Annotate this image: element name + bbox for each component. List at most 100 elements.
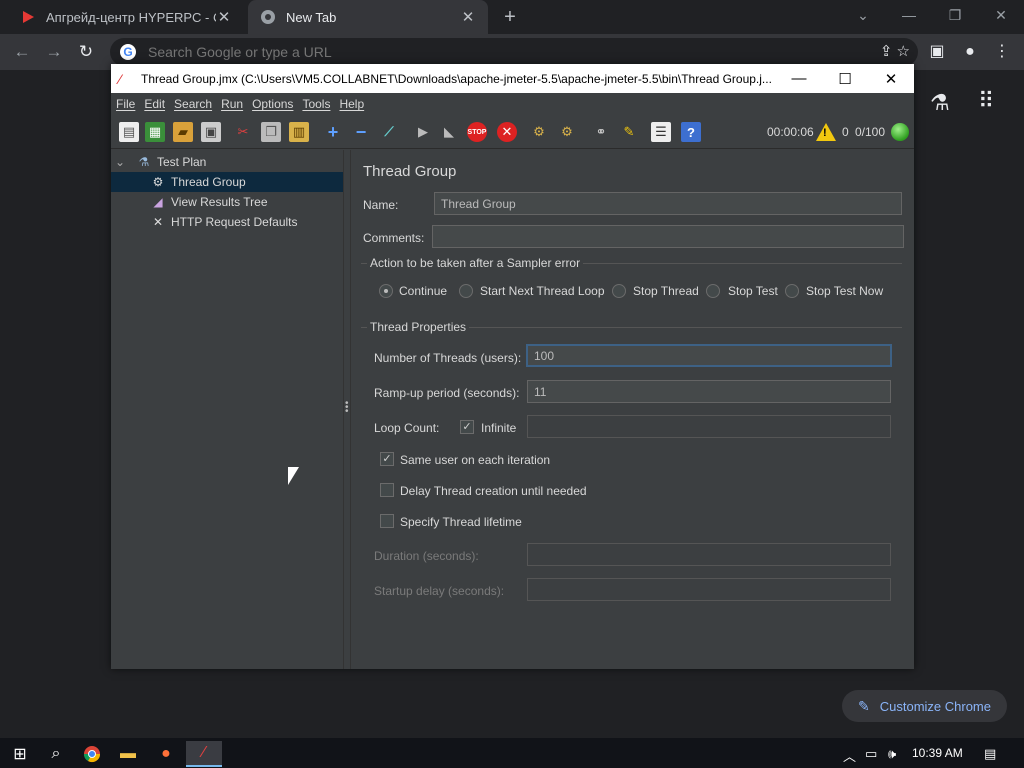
tab-hyperpc[interactable]: Апгрейд-центр HYPERPC - С заб ✕ [8,0,244,34]
paste-icon[interactable]: ▥ [289,122,309,142]
thread-lifetime-label[interactable]: Specify Thread lifetime [400,515,522,529]
templates-icon[interactable]: ▦ [145,122,165,142]
delay-thread-label[interactable]: Delay Thread creation until needed [400,484,587,498]
jmeter-close-button[interactable]: ✕ [868,70,914,88]
infinite-label[interactable]: Infinite [481,421,516,435]
menu-help[interactable]: Help [339,97,364,111]
taskbar-jmeter-icon[interactable]: ⁄ [186,741,222,767]
labs-flask-icon[interactable]: ⚗ [930,90,950,116]
profile-icon[interactable]: ● [958,40,982,64]
chevron-down-icon[interactable]: ⌄ [115,155,129,169]
startup-delay-field[interactable] [527,578,891,601]
same-user-label[interactable]: Same user on each iteration [400,453,550,467]
omnibox[interactable]: G ⇪ ☆ [110,38,918,66]
radio-stop-thread-label[interactable]: Stop Thread [633,284,699,298]
minimize-button[interactable]: — [886,0,932,30]
open-icon[interactable]: ▰ [173,122,193,142]
start-no-pause-icon[interactable]: ◣ [439,122,459,142]
search-binoculars-icon[interactable]: ⚭ [591,122,611,142]
jmeter-minimize-button[interactable]: — [776,70,822,87]
rampup-field[interactable] [527,380,891,403]
reset-search-icon[interactable]: ✎ [619,122,639,142]
tray-overflow-icon[interactable]: ︿ [843,746,856,765]
thread-group-panel: Thread Group Name: Comments: Action to b… [353,150,914,669]
omnibox-input[interactable] [148,44,918,60]
notifications-icon[interactable]: ▤ [984,746,996,762]
file-explorer-icon[interactable]: ▬ [110,741,146,767]
radio-start-next-loop[interactable] [459,284,473,298]
menu-edit[interactable]: Edit [144,97,165,111]
radio-continue-label[interactable]: Continue [399,284,447,298]
restore-button[interactable]: ❐ [932,0,978,30]
infinite-checkbox[interactable]: ✓ [460,420,474,434]
radio-stop-test-label[interactable]: Stop Test [728,284,778,298]
customize-chrome-button[interactable]: ✎ Customize Chrome [842,690,1007,722]
num-threads-field[interactable] [526,344,892,367]
taskbar-clock[interactable]: 10:39 AM [912,746,963,760]
firefox-icon[interactable]: ● [148,741,184,767]
reload-icon[interactable]: ↻ [74,40,98,64]
toggle-icon[interactable]: ⟋ [379,122,399,142]
tree-node-view-results-tree[interactable]: ◢ View Results Tree [111,192,343,212]
tree-node-http-request-defaults[interactable]: ✕ HTTP Request Defaults [111,212,343,232]
shutdown-icon[interactable]: ✕ [497,122,517,142]
new-icon[interactable]: ▤ [119,122,139,142]
taskbar-chrome-icon[interactable] [74,741,110,767]
radio-start-next-loop-label[interactable]: Start Next Thread Loop [480,284,605,298]
expand-all-icon[interactable]: + [323,122,343,142]
start-windows-icon[interactable]: ⊞ [2,741,38,767]
menu-tools[interactable]: Tools [302,97,330,111]
tree-node-thread-group[interactable]: ⚙ Thread Group [111,172,343,192]
volume-icon[interactable]: 🕪 [888,746,896,762]
menu-options[interactable]: Options [252,97,293,111]
tab-new-tab[interactable]: New Tab ✕ [248,0,488,34]
jmeter-title-bar: ⁄ Thread Group.jmx (C:\Users\VM5.COLLABN… [111,64,914,93]
duration-field[interactable] [527,543,891,566]
clear-all-icon[interactable]: ⚙ [557,122,577,142]
function-helper-icon[interactable]: ☰ [651,122,671,142]
side-panel-icon[interactable]: ▣ [925,40,949,64]
help-icon[interactable]: ? [681,122,701,142]
copy-icon[interactable]: ❐ [261,122,281,142]
share-icon[interactable]: ⇪ ☆ [880,42,910,60]
split-grip-icon[interactable]: • • • [345,399,349,417]
delay-thread-checkbox[interactable] [380,483,394,497]
close-window-button[interactable]: ✕ [978,0,1024,30]
thread-lifetime-checkbox[interactable] [380,514,394,528]
same-user-checkbox[interactable]: ✓ [380,452,394,466]
network-icon[interactable]: ▭ [865,746,877,762]
menu-run[interactable]: Run [221,97,243,111]
menu-file[interactable]: File [116,97,135,111]
close-tab-icon[interactable]: ✕ [460,8,476,26]
startup-delay-label: Startup delay (seconds): [374,584,505,598]
save-icon[interactable]: ▣ [201,122,221,142]
comments-field[interactable] [432,225,904,248]
warning-count: 0 [842,125,849,139]
radio-stop-thread[interactable] [612,284,626,298]
stop-icon[interactable]: STOP [467,122,487,142]
tab-search-icon[interactable]: ⌄ [840,0,886,30]
new-tab-button[interactable]: + [498,5,522,29]
start-icon[interactable]: ▶ [413,122,433,142]
back-icon[interactable]: ← [10,40,34,64]
loop-count-field[interactable] [527,415,891,438]
apps-grid-icon[interactable]: ⠿ [978,88,994,114]
jmeter-maximize-button[interactable]: ☐ [822,70,868,88]
search-icon[interactable]: ⌕ [38,741,74,767]
menu-search[interactable]: Search [174,97,212,111]
forward-icon[interactable]: → [42,40,66,64]
cut-icon[interactable]: ✂ [233,122,253,142]
menu-kebab-icon[interactable]: ⋮ [990,40,1014,64]
tab-title: New Tab [286,9,337,25]
active-threads: 0/100 [855,125,886,139]
clear-icon[interactable]: ⚙ [529,122,549,142]
tree-node-test-plan[interactable]: ⌄ ⚗ Test Plan [111,152,343,172]
name-field[interactable] [434,192,902,215]
collapse-all-icon[interactable]: − [351,122,371,142]
chrome-icon [260,9,276,25]
close-tab-icon[interactable]: ✕ [216,8,232,26]
radio-stop-test-now-label[interactable]: Stop Test Now [806,284,883,298]
radio-continue[interactable] [379,284,393,298]
radio-stop-test[interactable] [706,284,720,298]
radio-stop-test-now[interactable] [785,284,799,298]
